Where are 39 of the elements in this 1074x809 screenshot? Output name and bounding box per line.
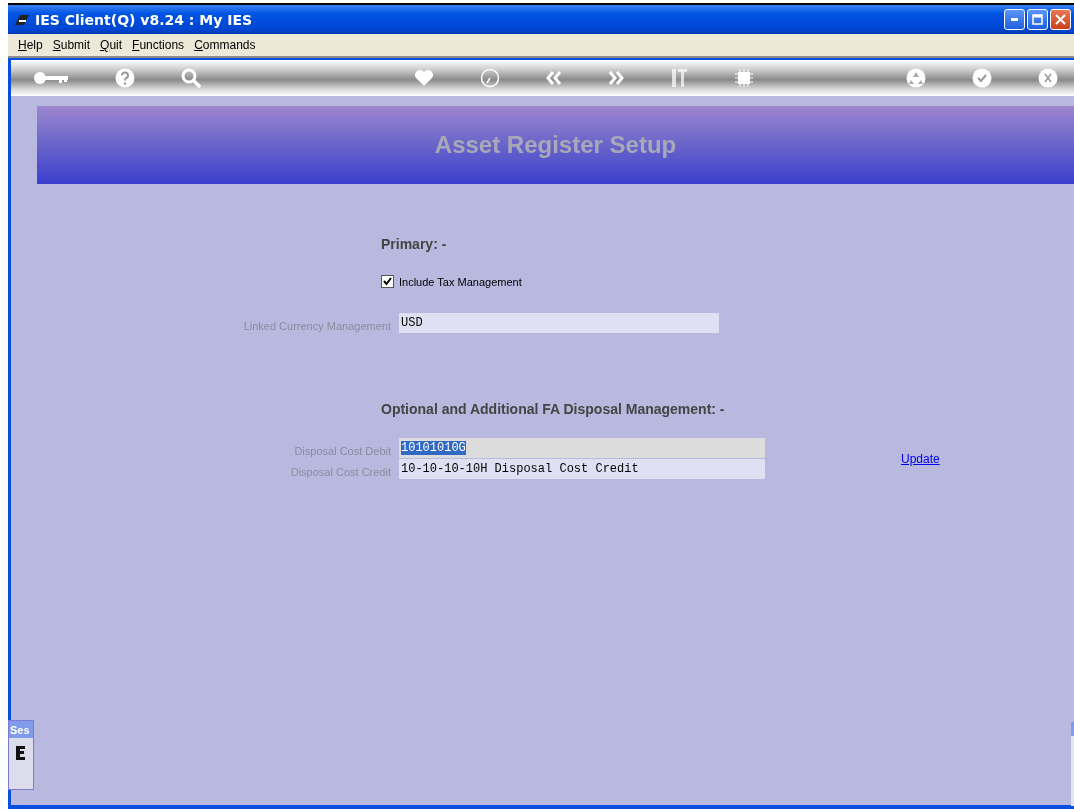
check-icon[interactable] bbox=[972, 68, 992, 88]
input-field[interactable]: 10101010G bbox=[399, 437, 765, 458]
menu-item[interactable]: Commands bbox=[189, 38, 261, 52]
field-label: Disposal Cost Debit bbox=[293, 443, 392, 457]
close-button[interactable] bbox=[1050, 9, 1071, 30]
help-icon[interactable] bbox=[115, 68, 135, 88]
check-icon bbox=[383, 277, 392, 286]
chip-icon[interactable] bbox=[733, 68, 754, 88]
menu-item[interactable]: Submit bbox=[47, 38, 96, 52]
section-heading: Optional and Additional FA Disposal Management: - bbox=[380, 401, 726, 417]
rewind-icon[interactable] bbox=[545, 71, 562, 85]
checkbox-label: Include Tax Management bbox=[399, 275, 522, 288]
minimize-button[interactable] bbox=[1004, 9, 1025, 30]
recycle-icon[interactable] bbox=[906, 68, 926, 88]
tools-icon[interactable] bbox=[669, 68, 688, 88]
field-label: Linked Currency Management bbox=[242, 318, 392, 332]
fast-forward-icon[interactable] bbox=[607, 71, 624, 85]
search-icon[interactable] bbox=[181, 68, 201, 88]
checkbox[interactable] bbox=[381, 275, 394, 288]
page-title: Asset Register Setup bbox=[37, 106, 1074, 184]
close-icon[interactable] bbox=[1038, 68, 1058, 88]
clock-icon[interactable] bbox=[479, 68, 500, 88]
section-heading: Primary: - bbox=[380, 236, 448, 252]
maximize-button[interactable] bbox=[1027, 9, 1048, 30]
panel-title: Ses bbox=[9, 721, 33, 738]
menu-item[interactable]: Functions bbox=[127, 38, 190, 52]
minimize-icon bbox=[1011, 18, 1018, 21]
heart-icon[interactable] bbox=[413, 69, 434, 87]
window-title: IES Client(Q) v8.24 : My IES bbox=[35, 11, 254, 28]
input-field[interactable]: 10-10-10-10H Disposal Cost Credit bbox=[399, 458, 765, 479]
maximize-icon bbox=[1032, 14, 1043, 25]
close-icon bbox=[1055, 14, 1066, 25]
field-label: Disposal Cost Credit bbox=[289, 464, 392, 478]
key-icon[interactable] bbox=[33, 71, 69, 85]
app-icon bbox=[14, 12, 30, 27]
input-field[interactable]: USD bbox=[399, 312, 719, 333]
update-link[interactable]: Update bbox=[901, 452, 940, 479]
menu-item[interactable]: Quit bbox=[95, 38, 128, 52]
menu-item[interactable]: Help bbox=[13, 38, 48, 52]
